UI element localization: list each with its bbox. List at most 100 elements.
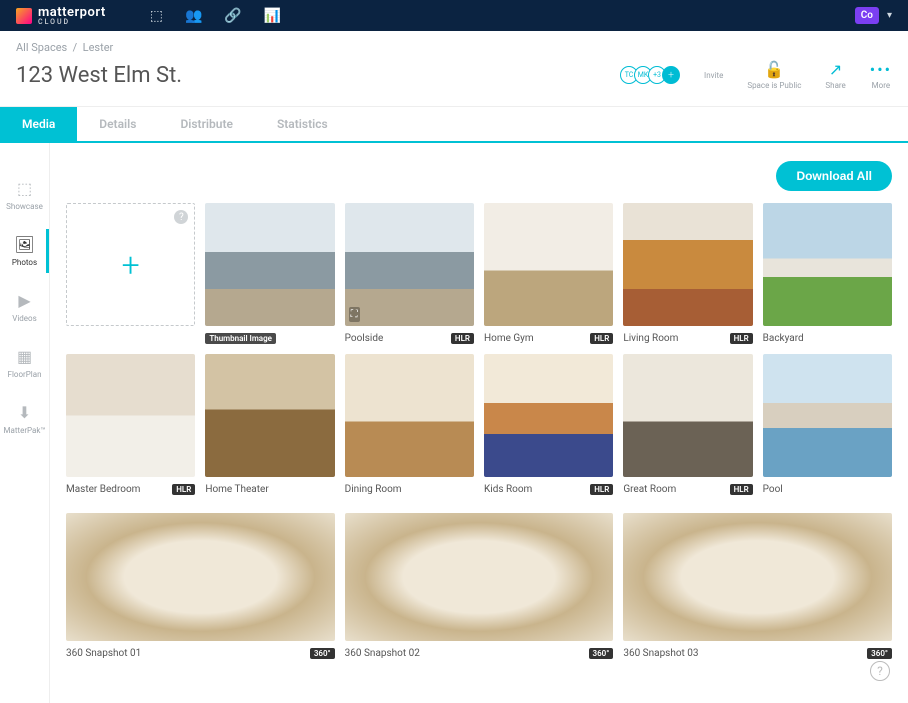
tab-media[interactable]: Media: [0, 107, 77, 141]
hlr-badge: HLR: [590, 333, 613, 344]
invite-action[interactable]: Invite: [704, 71, 723, 80]
hlr-badge: HLR: [451, 333, 474, 344]
photo-card[interactable]: Dining Room: [345, 354, 474, 495]
sidebar-item-label: Photos: [12, 258, 37, 267]
upload-tile[interactable]: + ?: [66, 203, 195, 344]
photo-caption: Master Bedroom: [66, 484, 140, 495]
snapshot-thumbnail[interactable]: [345, 513, 614, 641]
photo-caption: Great Room: [623, 484, 676, 495]
breadcrumb-current: Lester: [83, 41, 114, 54]
collaborator-avatars[interactable]: TC MK +3 ＋: [624, 66, 680, 84]
plus-icon: +: [122, 246, 140, 284]
snapshot-thumbnail[interactable]: [623, 513, 892, 641]
chevron-down-icon[interactable]: ▾: [887, 10, 892, 21]
snapshot-thumbnail[interactable]: [66, 513, 335, 641]
photo-thumbnail[interactable]: [345, 354, 474, 477]
photo-thumbnail[interactable]: [66, 354, 195, 477]
tab-statistics[interactable]: Statistics: [255, 107, 350, 141]
photo-thumbnail[interactable]: ⛶: [345, 203, 474, 326]
photo-card[interactable]: Home Theater: [205, 354, 334, 495]
photo-thumbnail[interactable]: [763, 354, 892, 477]
photo-thumbnail[interactable]: [205, 354, 334, 477]
cube-icon[interactable]: ⬚: [150, 8, 163, 24]
sidebar-item-label: MatterPak™: [4, 426, 46, 435]
photo-caption: Backyard: [763, 333, 804, 344]
help-icon[interactable]: ?: [174, 210, 188, 224]
share-label: Share: [825, 81, 845, 90]
link-icon[interactable]: 🔗: [224, 8, 241, 24]
page-title: 123 West Elm St.: [16, 63, 182, 88]
photo-caption: Kids Room: [484, 484, 532, 495]
sidebar-item-label: Showcase: [6, 202, 43, 211]
snapshot-360-grid: 360 Snapshot 01360°360 Snapshot 02360°36…: [66, 513, 892, 659]
more-action[interactable]: ••• More: [870, 60, 892, 90]
privacy-action[interactable]: 🔓 Space is Public: [747, 60, 801, 90]
sidebar-item-showcase[interactable]: ⬚ Showcase: [0, 167, 49, 223]
photo-caption: Thumbnail Image: [205, 333, 276, 344]
snapshot-card[interactable]: 360 Snapshot 03360°: [623, 513, 892, 659]
sidebar-item-label: FloorPlan: [8, 370, 42, 379]
floorplan-icon: ▦: [17, 347, 32, 366]
photo-card[interactable]: Home Gym HLR: [484, 203, 613, 344]
add-collaborator-icon[interactable]: ＋: [662, 66, 680, 84]
snapshot-caption: 360 Snapshot 01: [66, 648, 141, 659]
snapshot-caption: 360 Snapshot 02: [345, 648, 420, 659]
package-icon: ⬇: [18, 403, 31, 422]
360-badge: 360°: [589, 648, 614, 659]
photo-card[interactable]: Master BedroomHLR: [66, 354, 195, 495]
hlr-badge: HLR: [730, 333, 753, 344]
share-icon: ↗: [829, 60, 842, 79]
share-action[interactable]: ↗ Share: [825, 60, 845, 90]
photo-thumbnail[interactable]: [484, 354, 613, 477]
photo-card[interactable]: Living Room HLR: [623, 203, 752, 344]
photo-card[interactable]: Great Room HLR: [623, 354, 752, 495]
snapshot-card[interactable]: 360 Snapshot 02 360°: [345, 513, 614, 659]
photo-caption: Poolside: [345, 333, 384, 344]
unlock-icon: 🔓: [764, 60, 784, 79]
media-sidebar: ⬚ Showcase 🖼 Photos ▶ Videos ▦ FloorPlan…: [0, 143, 50, 703]
image-icon: 🖼: [14, 235, 34, 254]
tabs: Media Details Distribute Statistics: [0, 107, 908, 143]
sidebar-item-photos[interactable]: 🖼 Photos: [0, 223, 49, 279]
photo-thumbnail[interactable]: [205, 203, 334, 326]
360-badge: 360°: [310, 648, 335, 659]
photo-caption: Pool: [763, 484, 783, 495]
360-badge: 360°: [867, 648, 892, 659]
brand-sub: CLOUD: [38, 19, 106, 26]
photo-caption: Dining Room: [345, 484, 402, 495]
photo-card[interactable]: ⛶ Poolside HLR: [345, 203, 474, 344]
page-help-icon[interactable]: ?: [870, 661, 890, 681]
photo-thumbnail[interactable]: [484, 203, 613, 326]
more-label: More: [872, 81, 890, 90]
play-icon: ▶: [18, 291, 30, 310]
top-navbar: matterport CLOUD ⬚ 👥 🔗 📊 Co ▾: [0, 0, 908, 31]
cube-icon: ⬚: [17, 179, 32, 198]
photo-card[interactable]: Thumbnail Image: [205, 203, 334, 344]
breadcrumb: All Spaces / Lester: [0, 31, 908, 60]
tab-distribute[interactable]: Distribute: [158, 107, 255, 141]
snapshot-card[interactable]: 360 Snapshot 01 360°: [66, 513, 335, 659]
sidebar-item-videos[interactable]: ▶ Videos: [0, 279, 49, 335]
sidebar-item-floorplan[interactable]: ▦ FloorPlan: [0, 335, 49, 391]
tab-details[interactable]: Details: [77, 107, 158, 141]
brand-logo[interactable]: matterport CLOUD: [16, 6, 106, 26]
stats-icon[interactable]: 📊: [264, 8, 281, 24]
sidebar-item-label: Videos: [12, 314, 36, 323]
photo-caption: Living Room: [623, 333, 678, 344]
breadcrumb-root[interactable]: All Spaces: [16, 41, 67, 54]
photo-caption: Home Gym: [484, 333, 534, 344]
hlr-badge: HLR: [730, 484, 753, 495]
invite-label: Invite: [704, 71, 723, 80]
download-all-button[interactable]: Download All: [776, 161, 892, 191]
photo-card[interactable]: Backyard: [763, 203, 892, 344]
photo-thumbnail[interactable]: [763, 203, 892, 326]
photo-card[interactable]: Kids RoomHLR: [484, 354, 613, 495]
photo-thumbnail[interactable]: [623, 203, 752, 326]
sidebar-item-matterpak[interactable]: ⬇ MatterPak™: [0, 391, 49, 447]
photo-card[interactable]: Pool: [763, 354, 892, 495]
privacy-label: Space is Public: [747, 81, 801, 90]
account-chip[interactable]: Co: [855, 7, 879, 24]
expand-icon[interactable]: ⛶: [349, 307, 360, 322]
people-icon[interactable]: 👥: [185, 8, 202, 24]
photo-thumbnail[interactable]: [623, 354, 752, 477]
